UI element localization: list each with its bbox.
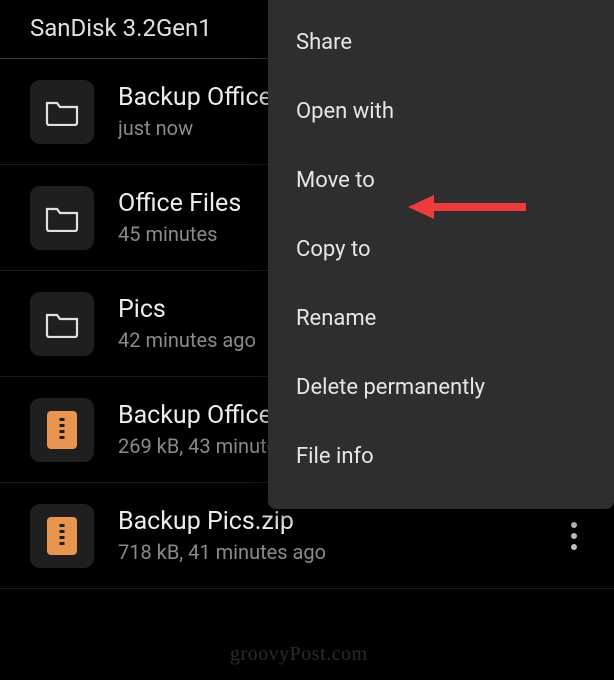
menu-item-rename[interactable]: Rename (268, 284, 614, 353)
zip-icon (30, 504, 94, 568)
zip-icon (30, 398, 94, 462)
folder-icon (30, 292, 94, 356)
menu-item-file-info[interactable]: File info (268, 422, 614, 491)
watermark-text: groovyPost.com (230, 643, 368, 666)
item-text: Backup Pics.zip 718 kB, 41 minutes ago (118, 507, 584, 564)
more-vertical-icon (571, 533, 577, 539)
item-meta: 718 kB, 41 minutes ago (118, 540, 584, 564)
menu-item-share[interactable]: Share (268, 8, 614, 77)
menu-item-open-with[interactable]: Open with (268, 77, 614, 146)
annotation-arrow-icon (408, 192, 528, 226)
context-menu: Share Open with Move to Copy to Rename D… (268, 0, 614, 509)
item-name: Backup Pics.zip (118, 507, 584, 536)
menu-item-delete-permanently[interactable]: Delete permanently (268, 353, 614, 422)
folder-icon (30, 80, 94, 144)
more-options-button[interactable] (556, 518, 592, 554)
folder-icon (30, 186, 94, 250)
